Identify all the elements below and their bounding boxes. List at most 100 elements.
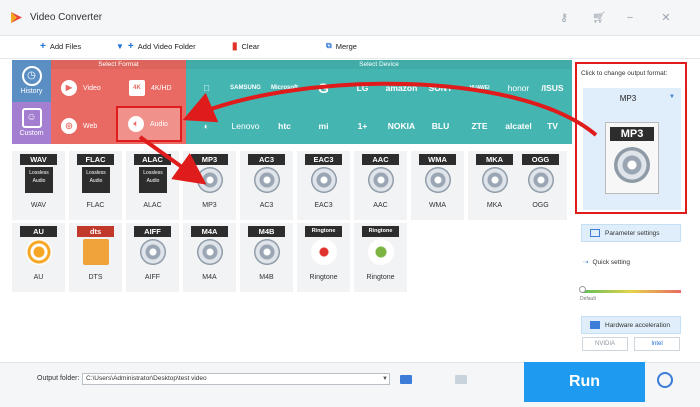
mp3-format-icon: MP3 [605, 122, 659, 194]
format-tile-flac[interactable]: FLAC Lossless Audio FLAC [69, 151, 122, 220]
quick-setting: ⇢ Quick setting [583, 258, 630, 267]
plus-icon: + [40, 41, 46, 52]
quality-slider[interactable] [581, 290, 681, 293]
format-badge: Ringtone [305, 226, 342, 237]
output-folder-label: Output folder: [37, 375, 80, 382]
disc-icon [197, 167, 223, 193]
custom-tab[interactable]: ☺ Custom [12, 102, 51, 144]
lossless-icon: Lossless Audio [82, 167, 110, 193]
format-tile-aiff[interactable]: AIFF AIFF [126, 223, 179, 292]
speaker-icon: 🔈︎ [128, 116, 144, 132]
output-format-title: Click to change output format: [581, 70, 668, 77]
run-button[interactable]: Run [524, 362, 645, 402]
format-audio-label: Audio [150, 120, 168, 128]
category-column: ◷ History ☺ Custom [12, 60, 51, 144]
history-tab[interactable]: ◷ History [12, 60, 51, 102]
device-huawei[interactable]: HUAWEI [459, 70, 500, 106]
select-device-header: Select Device [186, 60, 572, 69]
format-tile-dts[interactable]: dts DTS [69, 223, 122, 292]
clear-button[interactable]: ▮ Clear [232, 41, 259, 52]
device-google[interactable]: G [303, 70, 344, 106]
format-tile-m4b[interactable]: M4B M4B [240, 223, 293, 292]
format-video[interactable]: ▶ Video [51, 70, 117, 106]
output-format-panel: Click to change output format: MP3 ▼ MP3 [575, 62, 687, 214]
device-oneplus[interactable]: 1+ [342, 108, 383, 144]
hardware-acceleration-toggle[interactable]: Hardware acceleration [581, 316, 681, 334]
intel-badge: Intel [634, 337, 680, 351]
device-microsoft[interactable]: Microsoft [264, 70, 305, 106]
format-tile-alac[interactable]: ALAC Lossless Audio ALAC [126, 151, 179, 220]
plus-icon: + [127, 41, 134, 52]
format-name: EAC3 [314, 202, 333, 209]
close-icon[interactable]: ✕ [658, 10, 674, 26]
format-video-label: Video [83, 84, 101, 92]
format-audio[interactable]: 🔈︎ Audio [116, 106, 182, 142]
mp3-badge: MP3 [610, 127, 654, 141]
device-tv[interactable]: TV [532, 108, 573, 144]
format-tile-aac[interactable]: AAC AAC [354, 151, 407, 220]
device-lg[interactable]: LG [342, 70, 383, 106]
alarm-clock-icon[interactable] [657, 372, 673, 388]
format-tile-ringtone-android[interactable]: Ringtone Ringtone [354, 223, 407, 292]
slider-knob[interactable] [579, 286, 586, 293]
parameter-settings-button[interactable]: Parameter settings [581, 224, 681, 242]
add-files-button[interactable]: + Add Files [40, 41, 81, 52]
format-tile-m4a[interactable]: M4A M4A [183, 223, 236, 292]
format-badge: dts [77, 226, 114, 237]
merge-button[interactable]: ⧉ Merge [326, 41, 357, 51]
slider-default-label: Default [580, 296, 596, 302]
format-badge: M4B [248, 226, 285, 237]
minimize-icon[interactable]: − [622, 10, 638, 26]
disc-icon [528, 167, 554, 193]
format-tile-ogg[interactable]: OGG OGG [514, 151, 567, 220]
format-badge: AU [20, 226, 57, 237]
sliders-icon [590, 229, 600, 237]
format-badge: EAC3 [305, 154, 342, 165]
device-apple[interactable]:  [186, 70, 227, 106]
open-folder-icon[interactable] [400, 375, 412, 384]
format-tile-mp3[interactable]: MP3 MP3 [183, 151, 236, 220]
format-tile-au[interactable]: AU AU [12, 223, 65, 292]
format-tile-eac3[interactable]: EAC3 EAC3 [297, 151, 350, 220]
device-htc[interactable]: htc [264, 108, 305, 144]
device-zte[interactable]: ZTE [459, 108, 500, 144]
format-tile-ac3[interactable]: AC3 AC3 [240, 151, 293, 220]
browse-folder-icon[interactable] [455, 375, 467, 384]
audio-units-icon [26, 239, 52, 265]
device-nokia[interactable]: NOKIA [381, 108, 422, 144]
cart-icon[interactable]: 🛒︎ [591, 10, 607, 26]
device-motorola[interactable]: ◐ [186, 108, 227, 144]
device-blu[interactable]: BLU [420, 108, 461, 144]
device-asus[interactable]: /ISUS [532, 70, 573, 106]
device-amazon[interactable]: amazon [381, 70, 422, 106]
add-video-folder-button[interactable]: ▼ + Add Video Folder [116, 41, 196, 52]
output-folder-dropdown-icon[interactable]: ▼ [380, 373, 390, 385]
clock-icon: ◷ [21, 66, 42, 86]
lossless-icon: Lossless Audio [139, 167, 167, 193]
format-tile-ringtone-iphone[interactable]: Ringtone Ringtone [297, 223, 350, 292]
format-4khd[interactable]: 4K 4K/HD [119, 70, 185, 106]
output-format-selector[interactable]: MP3 ▼ MP3 [583, 88, 681, 210]
format-4khd-label: 4K/HD [151, 84, 172, 92]
device-lenovo[interactable]: Lenovo [225, 108, 266, 144]
format-tile-wma[interactable]: WMA WMA [411, 151, 464, 220]
format-badge: MP3 [191, 154, 228, 165]
globe-icon: ◎ [61, 118, 77, 134]
format-badge: M4A [191, 226, 228, 237]
format-badge: WMA [419, 154, 456, 165]
format-tile-wav[interactable]: WAV Lossless Audio WAV [12, 151, 65, 220]
device-samsung[interactable]: SAMSUNG [225, 70, 266, 106]
format-web[interactable]: ◎ Web [51, 108, 117, 144]
merge-label: Merge [335, 41, 357, 51]
dropdown-arrow-icon: ▼ [116, 42, 124, 51]
custom-user-icon: ☺ [21, 108, 42, 128]
key-icon[interactable]: ⚷ [556, 10, 572, 26]
select-device-panel: Select Device  SAMSUNG Microsoft G LG a… [186, 60, 572, 144]
selected-format: MP3 [619, 94, 637, 103]
output-folder-field[interactable]: C:\Users\Administrator\Desktop\test vide… [82, 373, 390, 385]
app-logo-icon [11, 12, 22, 23]
android-icon [368, 239, 394, 265]
device-sony[interactable]: SONY [420, 70, 461, 106]
device-xiaomi[interactable]: mi [303, 108, 344, 144]
format-badge: AAC [362, 154, 399, 165]
